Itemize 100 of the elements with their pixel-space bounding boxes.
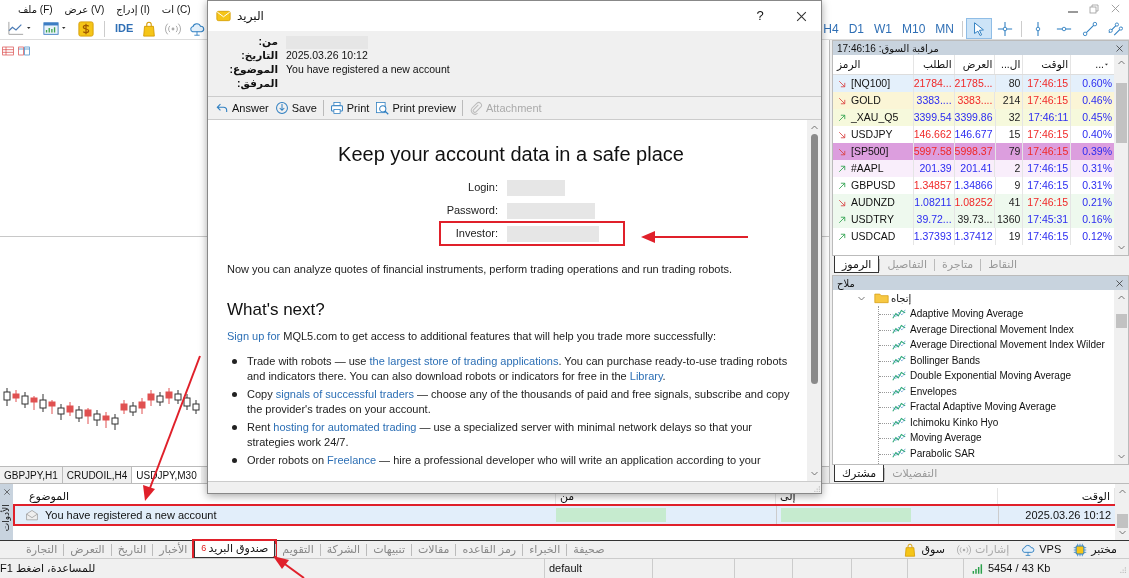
indicator-icon (892, 370, 906, 381)
table-row[interactable]: USDTRY 39.72... 39.73... 1360 17:45:31 0.16% (833, 211, 1114, 228)
bag-icon (141, 20, 158, 37)
indicator-icon (892, 432, 906, 443)
table-cell-text: 1.08211 (914, 194, 952, 210)
table-row[interactable]: _XAU_Q5 3399.54 3399.86 32 17:46:11 0.45% (833, 109, 1114, 126)
table-cell-text: USDJPY (851, 126, 893, 142)
close-icon (794, 9, 808, 23)
field-value: 2025.03.26 10:12 (286, 48, 368, 64)
scroll-thumb[interactable] (810, 134, 818, 384)
table-cell-text: 21784... (913, 75, 952, 91)
timeframe-button[interactable]: D1 (843, 18, 869, 39)
preview-button[interactable]: Print preview (372, 99, 459, 117)
menu-item[interactable]: إدراج (I) (116, 1, 150, 17)
scroll-thumb[interactable] (1115, 83, 1127, 143)
table-row[interactable]: GOLD 3383.... 3383.... 214 17:46:15 0.46% (833, 92, 1114, 109)
column-header[interactable]: الوقت (1022, 55, 1071, 74)
signal-icon (956, 542, 971, 557)
table-row[interactable]: [SP500] 5997.58 5998.37 79 17:46:15 0.39% (833, 143, 1114, 160)
signal-icon (165, 20, 182, 37)
save-button[interactable]: Save (271, 99, 320, 117)
table-cell-text: 146.662 (913, 126, 952, 142)
tree-item[interactable]: Average Directional Movement Index (857, 321, 1114, 337)
message-text: Rent hosting for automated trading — use a specialized server with minimal network delays so that your strategies work 24/7. (247, 420, 754, 450)
field-label: Password: (445, 203, 499, 218)
table-cell-text: 5998.37 (954, 143, 993, 159)
tree-item[interactable]: Envelopes (857, 383, 1114, 399)
field-label: التاريخ: (240, 48, 278, 64)
message-link[interactable]: Freelance (327, 454, 376, 466)
tree-item[interactable]: إتجاه (857, 290, 1114, 306)
table-cell-text: You have registered a new account (45, 507, 217, 523)
table-cell-text: 21785... (954, 75, 993, 91)
cursor-tool[interactable] (966, 18, 992, 39)
bag-button[interactable]: سوق (897, 541, 951, 558)
table-cell-text: 146.677 (954, 126, 993, 142)
field-label: من: (257, 34, 278, 50)
ide-button[interactable]: IDE (111, 20, 138, 37)
column-header[interactable]: من (560, 489, 575, 502)
panel-tab[interactable]: مشترك (834, 465, 885, 482)
table-cell-text: USDTRY (851, 211, 894, 227)
tree-item[interactable]: Double Exponential Moving Average (857, 368, 1114, 384)
table-cell-text: 3399.54 (913, 109, 952, 125)
table-cell-text: 17:46:15 (1027, 160, 1069, 176)
table-cell-text: 1.37393 (913, 228, 952, 244)
message-link[interactable]: signals of successful traders (275, 388, 414, 400)
status-text: 5454 / 43 Kb (988, 561, 1051, 577)
column-header[interactable]: الرمز (833, 55, 913, 74)
table-row[interactable]: #AAPL 201.39 201.41 2 17:46:15 0.31% (833, 160, 1114, 177)
column-header[interactable]: العرض (953, 55, 995, 74)
reply-icon (215, 101, 229, 115)
tree-item[interactable]: Moving Average (857, 430, 1114, 446)
print-icon (329, 101, 344, 115)
tree-item[interactable]: Ichimoku Kinko Hyo (857, 414, 1114, 430)
table-cell-text: 9 (1014, 177, 1021, 193)
tree-item[interactable]: Bollinger Bands (857, 352, 1114, 368)
scroll-thumb[interactable] (1116, 514, 1128, 528)
column-header[interactable]: الوقت (1081, 489, 1110, 502)
timeframe-button[interactable]: M10 (897, 18, 931, 39)
timeframe-button[interactable]: W1 (869, 18, 897, 39)
column-header[interactable]: الطلب (912, 55, 954, 74)
timeframe-button[interactable]: MN (930, 18, 959, 39)
table-cell-text: 2 (1014, 160, 1021, 176)
scroll-thumb[interactable] (1115, 314, 1127, 328)
tree-item[interactable]: Average Directional Movement Index Wilder (857, 337, 1114, 353)
save-icon (274, 101, 289, 115)
indicator-icon (892, 417, 906, 428)
menu-item[interactable]: عرض (V) (64, 1, 105, 17)
table-row[interactable]: AUDNZD 1.08211 1.08252 41 17:46:15 0.21% (833, 194, 1114, 211)
table-cell-text: 0.16% (1082, 211, 1112, 227)
message-text: Order robots on Freelance — hire a professional developer who will write an application according to your (247, 453, 762, 468)
cloud-icon (1021, 542, 1036, 557)
tester-button[interactable]: مختبر (1067, 541, 1123, 558)
reply-button[interactable]: Answer (212, 99, 272, 117)
tree-item[interactable]: Parabolic SAR (857, 445, 1114, 461)
message-link[interactable]: Sign up for (227, 330, 281, 342)
table-row[interactable]: [NQ100] 21784... 21785... 80 17:46:15 0.60% (833, 75, 1114, 92)
timeframe-button[interactable]: H4 (818, 18, 844, 39)
close-icon (1115, 278, 1124, 288)
cloud-button[interactable]: VPS (1015, 541, 1068, 558)
message-link[interactable]: hosting for automated trading (273, 421, 417, 433)
print-button[interactable]: Print (326, 99, 373, 117)
table-row[interactable]: You have registered a new account 2025.03.26 10:12 (15, 506, 1115, 524)
menu-item[interactable]: ملف (F) (18, 1, 53, 17)
scroll-up-icon (1116, 58, 1126, 67)
column-header[interactable]: الموضوع (29, 489, 70, 502)
close-icon (1110, 3, 1121, 14)
panel-tab[interactable]: الرموز (834, 256, 880, 273)
help-button[interactable]: ? (745, 6, 775, 26)
indicator-icon (892, 448, 906, 459)
tree-item[interactable]: Adaptive Moving Average (857, 306, 1114, 322)
tree-item[interactable]: Fractal Adaptive Moving Average (857, 399, 1114, 415)
message-subheading: What's next? (227, 300, 326, 320)
column-header[interactable]: ...ال (994, 55, 1023, 74)
table-cell-text: 0.21% (1082, 194, 1112, 210)
table-cell-text: USDCAD (851, 228, 896, 244)
table-cell-text: 17:46:15 (1027, 143, 1069, 159)
message-link[interactable]: Library (629, 370, 663, 382)
menu-item[interactable]: ات (C) (161, 1, 191, 17)
table-cell-text: 80 (1008, 75, 1021, 91)
table-cell-text: 17:46:11 (1028, 109, 1069, 125)
